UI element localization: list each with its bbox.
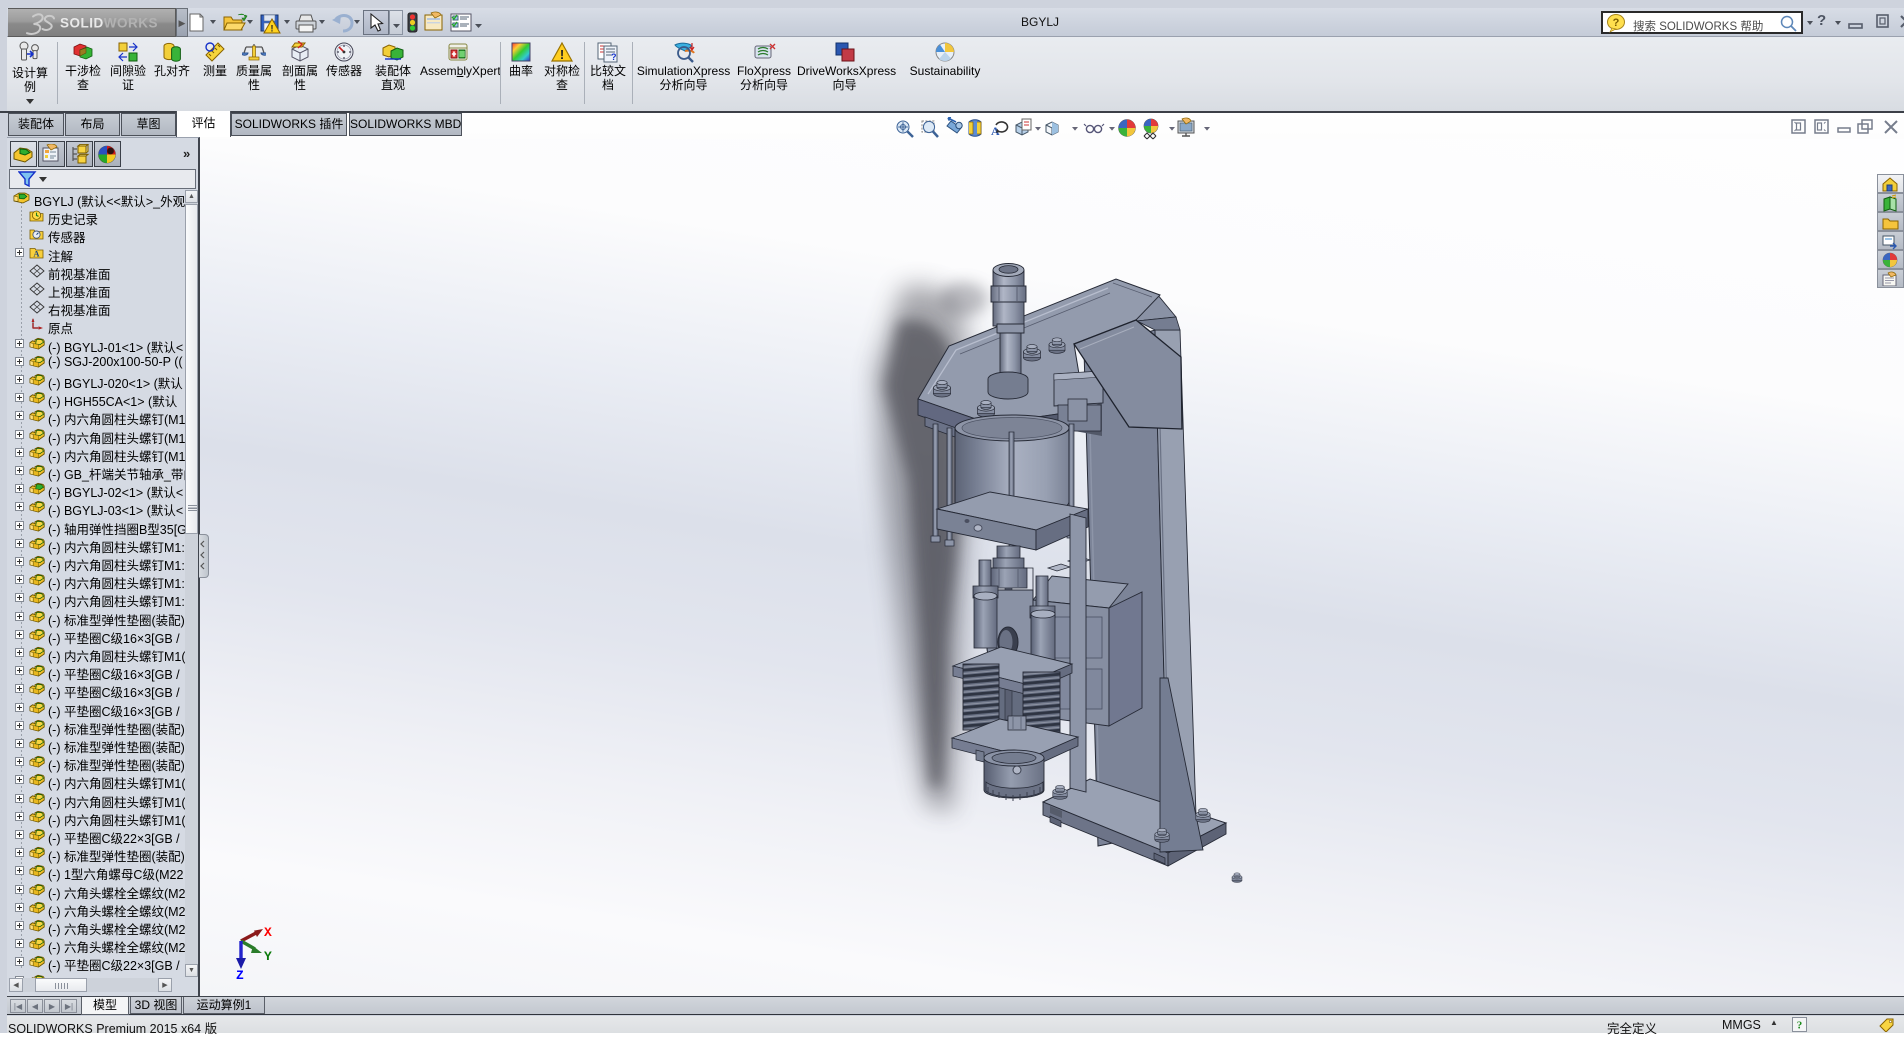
svg-text:!: ! (271, 24, 274, 34)
svg-text:X: X (264, 925, 272, 940)
svg-text:!: ! (560, 47, 564, 62)
svg-text:?: ? (1797, 1020, 1803, 1032)
svg-text:?: ? (1613, 17, 1620, 29)
svg-text:A: A (33, 248, 40, 258)
svg-text:Z: Z (236, 968, 244, 980)
svg-text:?: ? (611, 52, 617, 62)
svg-text:Y: Y (264, 949, 272, 964)
svg-text:SOLIDWORKS: SOLIDWORKS (60, 16, 158, 31)
